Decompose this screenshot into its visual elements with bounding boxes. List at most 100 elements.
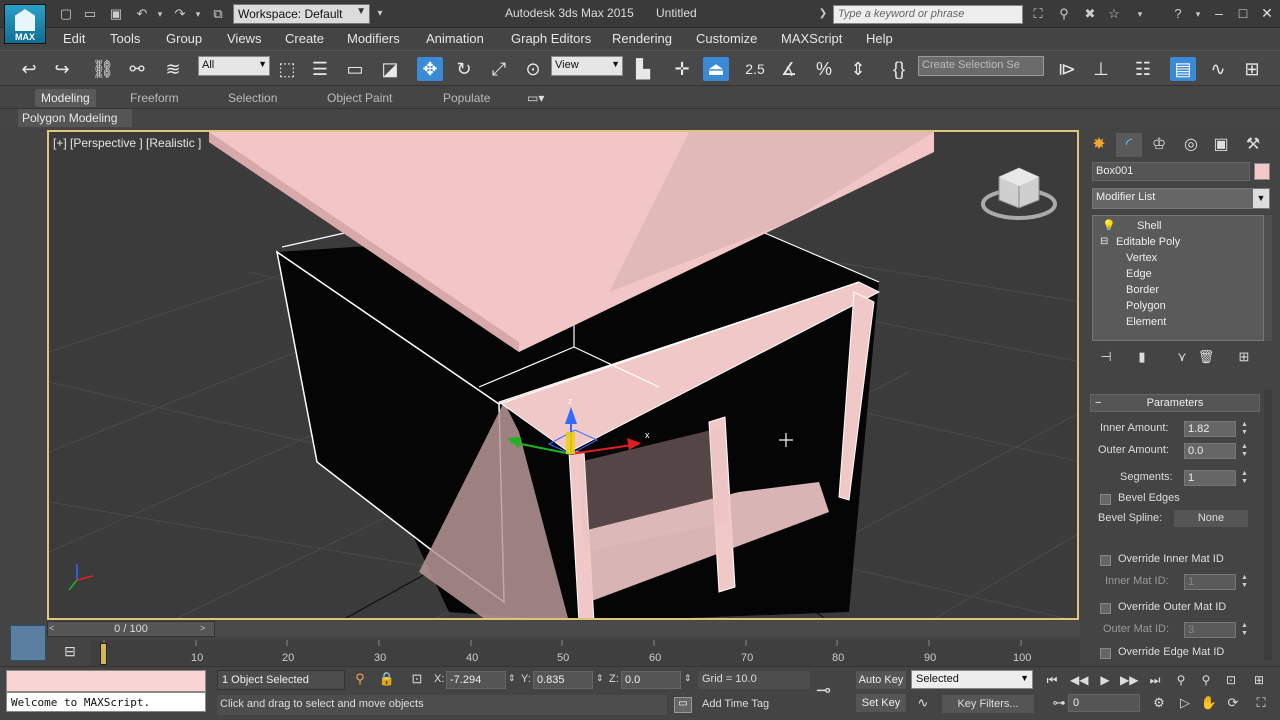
window-crossing-icon[interactable]: ◪ bbox=[377, 57, 403, 81]
set-key-button[interactable]: Set Key bbox=[856, 694, 906, 712]
default-in-out-tangent-icon[interactable]: ∿ bbox=[914, 695, 932, 713]
select-and-move-icon[interactable]: ✥ bbox=[417, 57, 443, 81]
go-to-end-icon[interactable]: ⏭ bbox=[1146, 673, 1164, 689]
menu-edit[interactable]: Edit bbox=[63, 31, 85, 46]
modifier-list-dropdown[interactable]: Modifier List ▼ bbox=[1092, 188, 1270, 209]
create-tab-icon[interactable]: ✸ bbox=[1086, 133, 1112, 157]
help-dropdown-icon[interactable]: ▾ bbox=[1190, 6, 1206, 22]
schematic-view-icon[interactable]: ⊞ bbox=[1239, 57, 1265, 81]
field-of-view-icon[interactable]: ▷ bbox=[1176, 695, 1194, 711]
help-icon[interactable]: ? bbox=[1170, 6, 1186, 22]
time-configuration-icon[interactable]: ⚙ bbox=[1150, 695, 1168, 711]
angle-snap-icon[interactable]: ∡ bbox=[776, 57, 802, 81]
menu-create[interactable]: Create bbox=[285, 31, 324, 46]
quick-access-menu-icon[interactable]: ▾ bbox=[372, 6, 388, 22]
next-frame-icon[interactable]: ▶▶ bbox=[1120, 673, 1138, 689]
absolute-mode-icon[interactable]: ⊡ bbox=[408, 671, 426, 689]
play-icon[interactable]: ▶ bbox=[1096, 673, 1114, 689]
viewport-label[interactable]: [+] [Perspective ] [Realistic ] bbox=[53, 136, 201, 150]
binoculars-icon[interactable]: ⛶ bbox=[1030, 6, 1046, 22]
zoom-extents-all-icon[interactable]: ⊞ bbox=[1250, 673, 1268, 689]
layer-manager-icon[interactable]: ☷ bbox=[1130, 57, 1156, 81]
bind-space-warp-icon[interactable]: ≋ bbox=[160, 57, 186, 81]
menu-customize[interactable]: Customize bbox=[696, 31, 757, 46]
stack-item-polygon[interactable]: Polygon bbox=[1126, 300, 1166, 312]
current-frame-field[interactable]: 0 bbox=[1068, 694, 1140, 712]
orbit-icon[interactable]: ⟳ bbox=[1224, 695, 1242, 711]
spinner-arrows-icon[interactable]: ⇕ bbox=[596, 673, 604, 684]
spinner-arrows-icon[interactable]: ▲ ▼ bbox=[1241, 421, 1249, 437]
outer-mat-id-spinner[interactable]: 3 bbox=[1184, 622, 1236, 638]
selection-lock-icon[interactable]: 🔒 bbox=[378, 671, 396, 689]
selection-filter-dropdown[interactable]: All ▼ bbox=[198, 56, 270, 76]
communication-center-icon[interactable]: ✖ bbox=[1082, 6, 1098, 22]
save-icon[interactable]: ▣ bbox=[108, 6, 124, 22]
hierarchy-tab-icon[interactable]: ♔ bbox=[1146, 133, 1172, 157]
viewcube-icon[interactable] bbox=[981, 167, 1057, 220]
parameters-rollout-header[interactable]: − Parameters bbox=[1090, 394, 1260, 412]
current-time-marker[interactable] bbox=[100, 643, 107, 665]
segments-spinner[interactable]: 1 bbox=[1184, 470, 1236, 486]
bevel-spline-button[interactable]: None bbox=[1174, 510, 1248, 527]
tab-populate[interactable]: Populate bbox=[443, 91, 490, 105]
curve-editor-icon[interactable]: ∿ bbox=[1205, 57, 1231, 81]
object-name-field[interactable]: Box001 bbox=[1092, 162, 1250, 181]
remove-modifier-icon[interactable]: 🗑 bbox=[1196, 349, 1216, 367]
spinner-arrows-icon[interactable]: ⇕ bbox=[508, 673, 516, 684]
maxscript-listener-input[interactable] bbox=[6, 670, 206, 692]
utilities-tab-icon[interactable]: ⚒ bbox=[1240, 133, 1266, 157]
z-coordinate-field[interactable]: 0.0 bbox=[621, 671, 681, 689]
favorites-star-icon[interactable]: ☆ bbox=[1106, 6, 1122, 22]
viewport-layout-button[interactable] bbox=[10, 625, 46, 661]
maxscript-listener-output[interactable]: Welcome to MAXScript. bbox=[6, 692, 206, 712]
favorites-dropdown-icon[interactable]: ▾ bbox=[1132, 6, 1148, 22]
pivot-center-icon[interactable]: ▙ bbox=[630, 57, 656, 81]
lightbulb-icon[interactable]: 💡 bbox=[1102, 219, 1116, 232]
time-slider[interactable]: 0 / 100 bbox=[47, 621, 215, 637]
close-icon[interactable]: ✕ bbox=[1256, 4, 1278, 22]
redo-dropdown-icon[interactable]: ▾ bbox=[190, 6, 206, 22]
redo-icon[interactable]: ↷ bbox=[172, 6, 188, 22]
time-tag-icon[interactable]: ▭ bbox=[674, 697, 692, 713]
inner-mat-id-spinner[interactable]: 1 bbox=[1184, 574, 1236, 590]
tab-selection[interactable]: Selection bbox=[228, 91, 277, 105]
stack-item-border[interactable]: Border bbox=[1126, 284, 1159, 296]
new-file-icon[interactable]: ▢ bbox=[58, 6, 74, 22]
override-edge-mat-id-checkbox[interactable] bbox=[1100, 648, 1111, 659]
menu-views[interactable]: Views bbox=[227, 31, 261, 46]
menu-rendering[interactable]: Rendering bbox=[612, 31, 672, 46]
modifier-stack-scrollbar[interactable] bbox=[1264, 215, 1272, 341]
reference-coordinate-dropdown[interactable]: View ▼ bbox=[551, 56, 623, 76]
previous-frame-icon[interactable]: ◀◀ bbox=[1070, 673, 1088, 689]
snaps-toggle-icon[interactable]: 2.5 bbox=[742, 57, 768, 81]
zoom-extents-icon[interactable]: ⊡ bbox=[1222, 673, 1240, 689]
zoom-icon[interactable]: ⚲ bbox=[1172, 673, 1190, 689]
show-end-result-icon[interactable]: ▮ bbox=[1132, 349, 1152, 367]
ribbon-panel-polygon-modeling[interactable]: Polygon Modeling bbox=[18, 109, 132, 127]
go-to-start-icon[interactable]: ⏮ bbox=[1043, 673, 1061, 689]
named-selection-input[interactable]: Create Selection Se bbox=[918, 56, 1044, 76]
redo-icon[interactable]: ↪ bbox=[49, 57, 75, 81]
bevel-edges-checkbox[interactable] bbox=[1100, 494, 1111, 505]
align-icon[interactable]: ⊥ bbox=[1088, 57, 1114, 81]
unlink-icon[interactable]: ⚯ bbox=[124, 57, 150, 81]
maximize-viewport-icon[interactable]: ⛶ bbox=[1252, 695, 1270, 711]
override-outer-mat-id-checkbox[interactable] bbox=[1100, 603, 1111, 614]
previous-frame-icon[interactable]: < bbox=[49, 623, 54, 633]
undo-icon[interactable]: ↩ bbox=[16, 57, 42, 81]
spinner-arrows-icon[interactable]: ▲ ▼ bbox=[1241, 443, 1249, 459]
zoom-all-icon[interactable]: ⚲ bbox=[1197, 673, 1215, 689]
open-file-icon[interactable]: ▭ bbox=[82, 6, 98, 22]
key-mode-dropdown[interactable]: Selected ▼ bbox=[911, 670, 1033, 689]
x-coordinate-field[interactable]: -7.294 bbox=[446, 671, 506, 689]
menu-animation[interactable]: Animation bbox=[426, 31, 484, 46]
display-tab-icon[interactable]: ▣ bbox=[1208, 133, 1234, 157]
time-slider-track[interactable] bbox=[215, 621, 1080, 637]
application-menu-button[interactable]: MAX bbox=[4, 4, 46, 44]
isolate-selection-icon[interactable]: ⚲ bbox=[351, 671, 369, 689]
select-and-scale-icon[interactable]: ⤢ bbox=[486, 57, 512, 81]
object-color-swatch[interactable] bbox=[1254, 163, 1270, 180]
configure-modifier-sets-icon[interactable]: ⊞ bbox=[1234, 349, 1254, 367]
select-object-icon[interactable]: ⬚ bbox=[274, 57, 300, 81]
pin-stack-icon[interactable]: ⊣ bbox=[1096, 349, 1116, 367]
